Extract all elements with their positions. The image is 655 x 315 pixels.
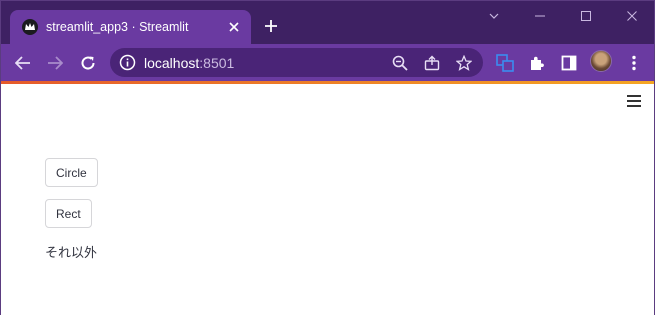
browser-window: streamlit_app3 · Streamlit localhost:850… <box>0 0 655 315</box>
tab-strip: streamlit_app3 · Streamlit <box>1 1 654 44</box>
active-tab[interactable]: streamlit_app3 · Streamlit <box>10 10 251 44</box>
address-bar[interactable]: localhost:8501 <box>110 48 483 77</box>
extensions-puzzle-icon[interactable] <box>525 51 549 75</box>
url-text: localhost:8501 <box>144 55 234 71</box>
new-tab-plus-icon[interactable] <box>261 16 281 36</box>
back-arrow-icon[interactable] <box>11 51 35 75</box>
circle-button[interactable]: Circle <box>45 158 98 187</box>
translate-extension-icon[interactable] <box>493 51 517 75</box>
minimize-icon[interactable] <box>529 7 551 25</box>
tab-search-chevron-icon[interactable] <box>483 7 505 25</box>
hamburger-menu-icon[interactable] <box>627 95 641 107</box>
window-close-icon[interactable] <box>621 7 643 25</box>
output-text: それ以外 <box>45 246 98 261</box>
bookmark-star-icon[interactable] <box>454 53 474 73</box>
url-host: localhost <box>144 55 200 71</box>
tab-title: streamlit_app3 · Streamlit <box>46 20 189 34</box>
share-icon[interactable] <box>422 53 442 73</box>
close-icon[interactable] <box>225 18 243 36</box>
rect-button[interactable]: Rect <box>45 199 92 228</box>
url-port: :8501 <box>199 55 235 71</box>
site-info-icon[interactable] <box>119 54 136 71</box>
side-panel-icon[interactable] <box>557 51 581 75</box>
browser-toolbar: localhost:8501 <box>1 44 654 81</box>
streamlit-page: Circle Rect それ以外 <box>1 84 654 315</box>
reload-icon[interactable] <box>76 51 100 75</box>
profile-avatar[interactable] <box>590 50 612 72</box>
maximize-icon[interactable] <box>575 7 597 25</box>
forward-arrow-icon[interactable] <box>43 51 67 75</box>
kebab-menu-icon[interactable] <box>622 51 646 75</box>
streamlit-crown-icon <box>22 19 38 35</box>
zoom-icon[interactable] <box>390 53 410 73</box>
